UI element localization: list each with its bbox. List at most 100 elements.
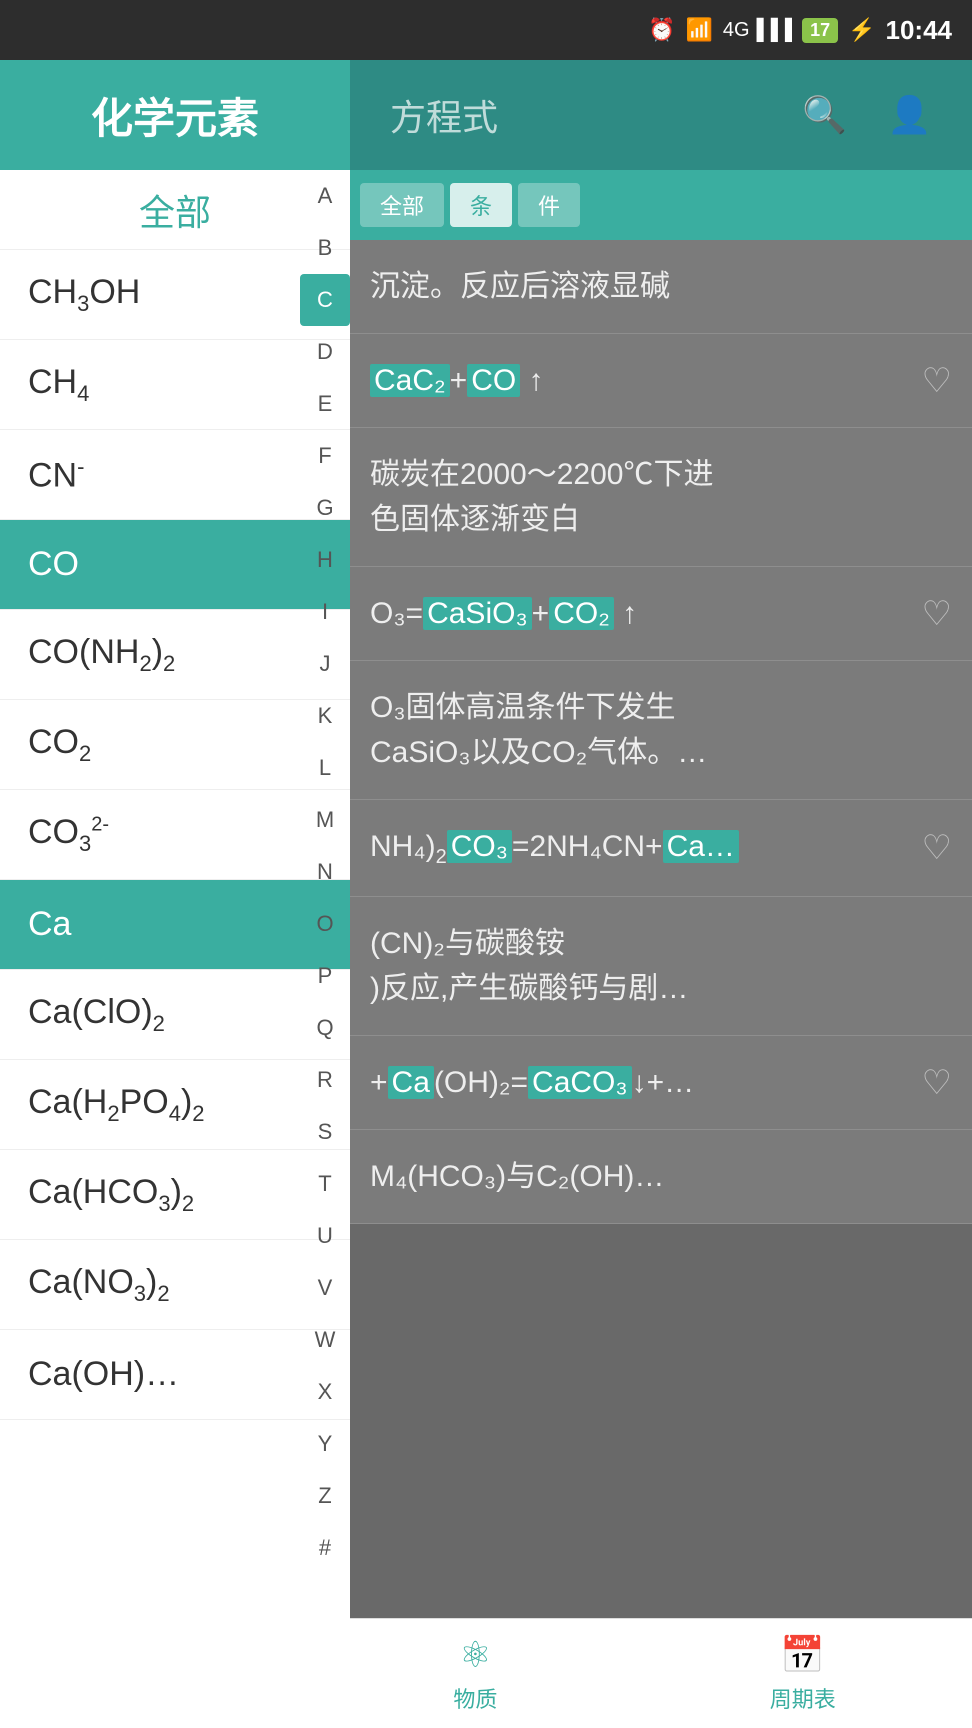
alarm-icon: ⏰ <box>648 17 675 43</box>
content-card-7: (CN)₂与碳酸铵)反应,产生碳酸钙与剧… <box>350 897 972 1036</box>
sidebar-item-text: CO <box>28 545 79 584</box>
highlight-casio3: CaSiO₃ <box>423 597 532 630</box>
highlight-caco3: CaCO₃ <box>528 1066 632 1099</box>
right-content: 全部 条 件 沉淀。反应后溶液显碱 CaC₂+CO ↑ ♡ 碳炭在2000～22… <box>350 170 972 1728</box>
sidebar-item-text: CO2 <box>28 723 91 767</box>
content-card-1: 沉淀。反应后溶液显碱 <box>350 240 972 334</box>
tab-active[interactable]: 条 <box>450 183 512 227</box>
alpha-hash[interactable]: # <box>300 1522 350 1574</box>
sidebar-item-text: Ca(OH)… <box>28 1355 179 1394</box>
alpha-z[interactable]: Z <box>300 1470 350 1522</box>
alpha-u[interactable]: U <box>300 1210 350 1262</box>
heart-icon-2[interactable]: ♡ <box>922 361 952 401</box>
sidebar-item-co-nh2[interactable]: CO(NH2)2 <box>0 610 350 700</box>
sidebar-item-ca-clo[interactable]: Ca(ClO)2 <box>0 970 350 1060</box>
tab-all[interactable]: 全部 <box>360 183 444 227</box>
sidebar-item-text: Ca(H2PO4)2 <box>28 1083 205 1127</box>
heart-icon-8[interactable]: ♡ <box>922 1063 952 1103</box>
card-text-1: 沉淀。反应后溶液显碱 <box>370 264 952 309</box>
header-subtitle: 方程式 <box>390 89 498 141</box>
alpha-c[interactable]: C <box>300 274 350 326</box>
alpha-e[interactable]: E <box>300 378 350 430</box>
sidebar-item-ca[interactable]: Ca <box>0 880 350 970</box>
sidebar-item-co2[interactable]: CO2 <box>0 700 350 790</box>
sidebar-item-co3[interactable]: CO32- <box>0 790 350 880</box>
sidebar-item-text: CH3OH <box>28 273 140 317</box>
alpha-l[interactable]: L <box>300 742 350 794</box>
card-text-4: O₃=CaSiO₃+CO₂ ↑ <box>370 591 892 636</box>
alpha-h[interactable]: H <box>300 534 350 586</box>
highlight-ca2: Ca <box>388 1066 434 1099</box>
alpha-f[interactable]: F <box>300 430 350 482</box>
status-icons: ⏰ 📶 4G▐▐▐ 17 ⚡ 10:44 <box>648 15 952 46</box>
alpha-y[interactable]: Y <box>300 1418 350 1470</box>
highlight-ca: Ca… <box>663 830 739 863</box>
wifi-icon: 📶 <box>685 17 712 43</box>
sidebar-item-cn[interactable]: CN- <box>0 430 350 520</box>
alpha-o[interactable]: O <box>300 898 350 950</box>
battery-icon: ⚡ <box>848 17 875 43</box>
nav-periodic[interactable]: 📅 周期表 <box>770 1634 836 1714</box>
alpha-s[interactable]: S <box>300 1106 350 1158</box>
sidebar-item-text: Ca(HCO3)2 <box>28 1173 194 1217</box>
alpha-b[interactable]: B <box>300 222 350 274</box>
alpha-d[interactable]: D <box>300 326 350 378</box>
sidebar-item-text: Ca <box>28 905 71 944</box>
tabs-row: 全部 条 件 <box>350 170 972 240</box>
card-text-6: NH₄)2CO₃=2NH₄CN+Ca… <box>370 824 892 872</box>
highlight-co: CO <box>467 364 520 397</box>
alpha-t[interactable]: T <box>300 1158 350 1210</box>
alpha-a[interactable]: A <box>300 170 350 222</box>
nav-periodic-label: 周期表 <box>770 1682 836 1714</box>
content-card-3: 碳炭在2000～2200℃下进色固体逐渐变白 <box>350 428 972 567</box>
alpha-w[interactable]: W <box>300 1314 350 1366</box>
alpha-m[interactable]: M <box>300 794 350 846</box>
content-card-5: O₃固体高温条件下发生CaSiO₃以及CO₂气体。… <box>350 661 972 800</box>
sidebar-item-ca-oh[interactable]: Ca(OH)… <box>0 1330 350 1420</box>
alpha-v[interactable]: V <box>300 1262 350 1314</box>
header: 化学元素 方程式 🔍 👤 <box>0 60 972 170</box>
card-text-7: (CN)₂与碳酸铵)反应,产生碳酸钙与剧… <box>370 921 952 1011</box>
content-card-8: +Ca(OH)₂=CaCO₃↓+… ♡ <box>350 1036 972 1130</box>
sidebar-item-text: CH4 <box>28 363 89 407</box>
sidebar-item-ca-hco3[interactable]: Ca(HCO3)2 <box>0 1150 350 1240</box>
card-text-8: +Ca(OH)₂=CaCO₃↓+… <box>370 1060 892 1105</box>
alpha-q[interactable]: Q <box>300 1002 350 1054</box>
heart-icon-4[interactable]: ♡ <box>922 594 952 634</box>
content-card-9: M₄(HCO₃)与C₂(OH)… <box>350 1130 972 1224</box>
sidebar-item-ca-no3[interactable]: Ca(NO3)2 <box>0 1240 350 1330</box>
sidebar-item-ca-h2po4[interactable]: Ca(H2PO4)2 <box>0 1060 350 1150</box>
sidebar-item-co[interactable]: CO <box>0 520 350 610</box>
alpha-bar: A B C D E F G H I J K L M N O P Q R S T … <box>300 170 350 1574</box>
app-title: 化学元素 <box>91 85 259 146</box>
tab-other[interactable]: 件 <box>518 183 580 227</box>
matter-icon: ⚛ <box>459 1634 491 1676</box>
sidebar-item-ch3oh[interactable]: CH3OH <box>0 250 350 340</box>
alpha-r[interactable]: R <box>300 1054 350 1106</box>
sidebar-header: 全部 <box>0 170 350 250</box>
nav-matter[interactable]: ⚛ 物质 <box>453 1634 497 1714</box>
alpha-x[interactable]: X <box>300 1366 350 1418</box>
periodic-icon: 📅 <box>780 1634 825 1676</box>
alpha-g[interactable]: G <box>300 482 350 534</box>
content-card-4: O₃=CaSiO₃+CO₂ ↑ ♡ <box>350 567 972 661</box>
alpha-k[interactable]: K <box>300 690 350 742</box>
sidebar: 全部 CH3OH CH4 CN- CO CO(NH2)2 CO2 CO32- C… <box>0 170 350 1728</box>
clock: 10:44 <box>886 15 953 46</box>
heart-icon-6[interactable]: ♡ <box>922 828 952 868</box>
signal-icon: 4G▐▐▐ <box>723 19 792 42</box>
highlight-cac2: CaC₂ <box>370 364 450 397</box>
profile-icon[interactable]: 👤 <box>887 94 932 136</box>
card-text-2: CaC₂+CO ↑ <box>370 358 892 403</box>
sidebar-item-text: Ca(ClO)2 <box>28 993 165 1037</box>
battery-level: 17 <box>802 18 838 43</box>
alpha-j[interactable]: J <box>300 638 350 690</box>
sidebar-item-ch4[interactable]: CH4 <box>0 340 350 430</box>
header-icons: 🔍 👤 <box>802 94 932 136</box>
alpha-n[interactable]: N <box>300 846 350 898</box>
alpha-p[interactable]: P <box>300 950 350 1002</box>
alpha-i[interactable]: I <box>300 586 350 638</box>
sidebar-all-label[interactable]: 全部 <box>139 184 211 236</box>
search-icon[interactable]: 🔍 <box>802 94 847 136</box>
sidebar-item-text: CO32- <box>28 813 109 857</box>
